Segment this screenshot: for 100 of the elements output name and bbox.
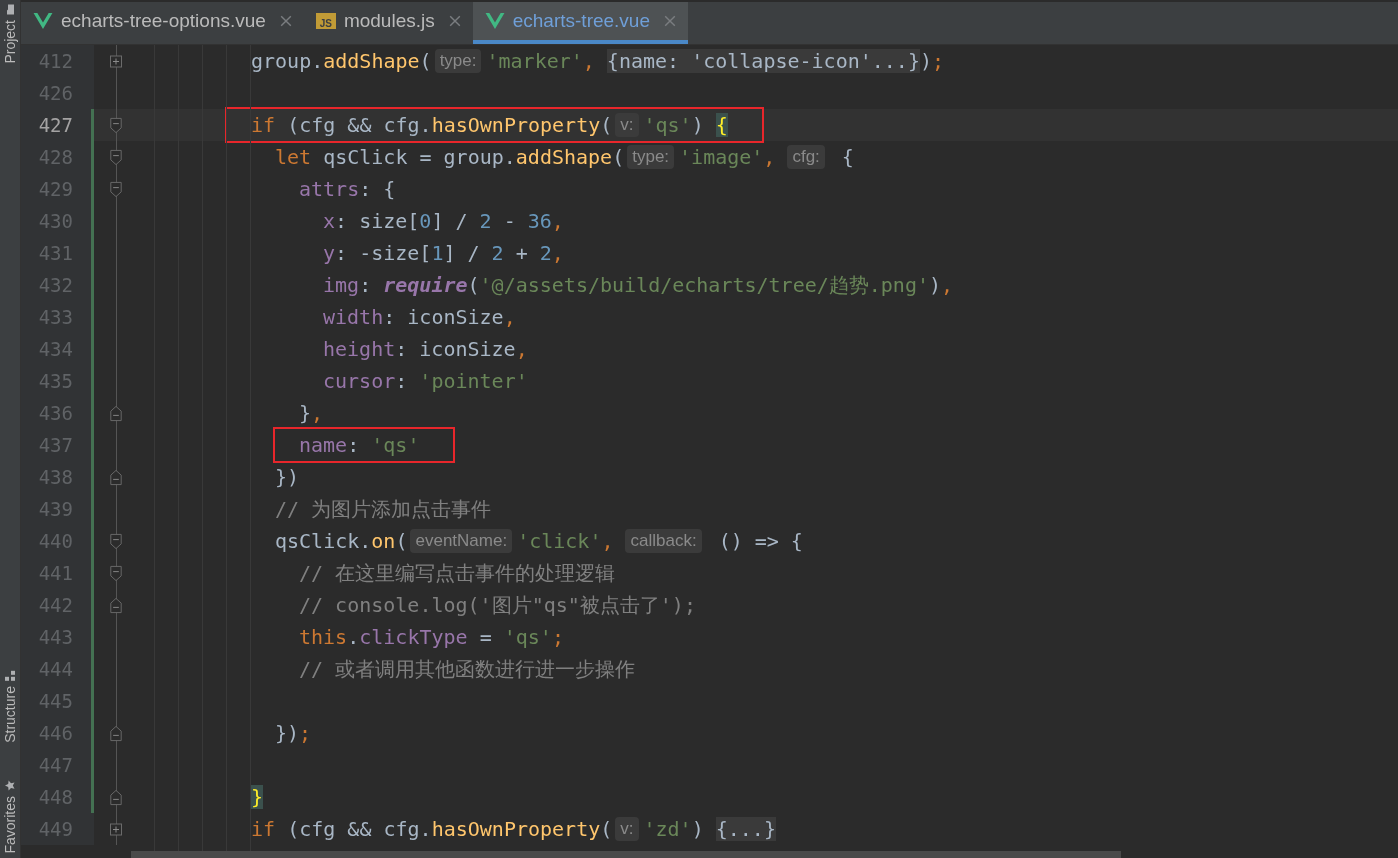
- structure-icon: [4, 669, 16, 682]
- keyword: if: [251, 113, 276, 137]
- code-text: ): [919, 49, 932, 73]
- code-text: qsClick = group.: [322, 145, 516, 169]
- punctuation: ,: [941, 273, 954, 297]
- code-text: (: [600, 113, 613, 137]
- collapse-fold-icon[interactable]: [109, 116, 123, 134]
- code-text: ): [928, 273, 941, 297]
- string-literal: 'pointer': [419, 369, 528, 393]
- collapse-fold-icon[interactable]: [109, 180, 123, 198]
- property-name: clickType: [359, 625, 468, 649]
- code-text: -: [502, 209, 517, 233]
- code-text: : {: [359, 177, 396, 201]
- collapse-fold-icon[interactable]: [109, 404, 123, 422]
- collapse-fold-icon[interactable]: [109, 724, 123, 742]
- function-name: on: [371, 529, 396, 553]
- punctuation: ,: [311, 401, 324, 425]
- code-text: group.: [251, 49, 324, 73]
- parameter-hint: cfg:: [787, 145, 825, 169]
- tool-window-tab[interactable]: Project: [0, 0, 20, 68]
- code-text: }): [275, 721, 300, 745]
- number-literal: 36: [527, 209, 552, 233]
- parameter-hint: type:: [434, 49, 482, 73]
- code-text: +: [514, 241, 529, 265]
- code-text: (cfg && cfg.: [286, 113, 432, 137]
- string-literal: 'image': [679, 145, 764, 169]
- code-text: :: [395, 369, 409, 393]
- punctuation: ,: [551, 209, 564, 233]
- code-text: (cfg && cfg.: [286, 817, 432, 841]
- string-literal: 'qs': [371, 433, 420, 457]
- code-text: {: [841, 145, 854, 169]
- keyword: this: [299, 625, 348, 649]
- matched-brace: }: [251, 785, 264, 809]
- folded-code: {...}: [715, 817, 776, 841]
- code-text: }: [299, 401, 312, 425]
- code-text: =: [478, 625, 493, 649]
- keyword: let: [275, 145, 312, 169]
- close-icon[interactable]: [279, 15, 292, 27]
- close-icon[interactable]: [448, 15, 461, 27]
- vue-logo-icon: [33, 12, 53, 30]
- code-text: : -size[: [335, 241, 432, 265]
- code-text: (: [467, 273, 480, 297]
- punctuation: ,: [515, 337, 528, 361]
- editor-tab[interactable]: echarts-tree.vue: [472, 2, 688, 44]
- folder-icon: [4, 4, 16, 16]
- parameter-hint: v:: [615, 113, 639, 137]
- code-text: qsClick.: [275, 529, 372, 553]
- function-name: hasOwnProperty: [431, 817, 601, 841]
- number-literal: 2: [491, 241, 504, 265]
- collapse-fold-icon[interactable]: [109, 564, 123, 582]
- parameter-hint: callback:: [625, 529, 702, 553]
- code-comment: // 为图片添加点击事件: [275, 495, 492, 523]
- tool-window-tab[interactable]: Favorites: [0, 776, 20, 858]
- horizontal-scrollbar[interactable]: [131, 851, 1121, 858]
- code-text: (: [419, 49, 432, 73]
- function-name: hasOwnProperty: [431, 113, 601, 137]
- close-icon[interactable]: [664, 15, 676, 27]
- code-text: }): [275, 465, 300, 489]
- editor-tab[interactable]: echarts-tree-options.vue: [21, 2, 304, 44]
- expand-fold-icon[interactable]: [109, 820, 123, 838]
- code-text: :: [359, 273, 373, 297]
- string-literal: 'zd': [643, 817, 692, 841]
- parameter-hint: eventName:: [410, 529, 513, 553]
- collapse-fold-icon[interactable]: [109, 148, 123, 166]
- punctuation: ,: [601, 529, 614, 553]
- function-name: addShape: [323, 49, 420, 73]
- editor-tab[interactable]: JS modules.js: [303, 2, 473, 44]
- tool-window-tab[interactable]: Structure: [0, 665, 20, 747]
- code-comment: // 或者调用其他函数进行进一步操作: [299, 655, 636, 683]
- code-text: ): [691, 817, 704, 841]
- punctuation: ;: [551, 625, 564, 649]
- code-text: : iconSize: [383, 305, 504, 329]
- folded-code: {name: 'collapse-icon'...}: [606, 49, 920, 73]
- number-literal: 1: [431, 241, 444, 265]
- matched-brace: {: [715, 113, 728, 137]
- code-text: :: [347, 433, 361, 457]
- parameter-hint: type:: [627, 145, 675, 169]
- punctuation: ;: [932, 49, 945, 73]
- collapse-fold-icon[interactable]: [109, 532, 123, 550]
- string-literal: '@/assets/build/echarts/tree/趋势.png': [479, 271, 929, 299]
- property-name: img: [323, 273, 360, 297]
- vue-logo-icon: [484, 12, 505, 30]
- parameter-hint: v:: [615, 817, 639, 841]
- js-file-icon: JS: [315, 13, 336, 29]
- punctuation: ,: [551, 241, 564, 265]
- collapse-fold-icon[interactable]: [109, 788, 123, 806]
- code-comment: // console.log('图片"qs"被点击了');: [299, 591, 696, 619]
- expand-fold-icon[interactable]: [109, 52, 123, 70]
- property-name: x: [323, 209, 336, 233]
- code-text: : size[: [335, 209, 420, 233]
- code-text: : iconSize: [395, 337, 516, 361]
- star-icon: [4, 780, 16, 793]
- punctuation: ;: [299, 721, 312, 745]
- keyword: if: [251, 817, 276, 841]
- code-text: ] /: [443, 241, 481, 265]
- string-literal: 'marker': [486, 49, 583, 73]
- property-name: y: [323, 241, 336, 265]
- code-comment: // 在这里编写点击事件的处理逻辑: [299, 559, 616, 587]
- collapse-fold-icon[interactable]: [109, 596, 123, 614]
- collapse-fold-icon[interactable]: [109, 468, 123, 486]
